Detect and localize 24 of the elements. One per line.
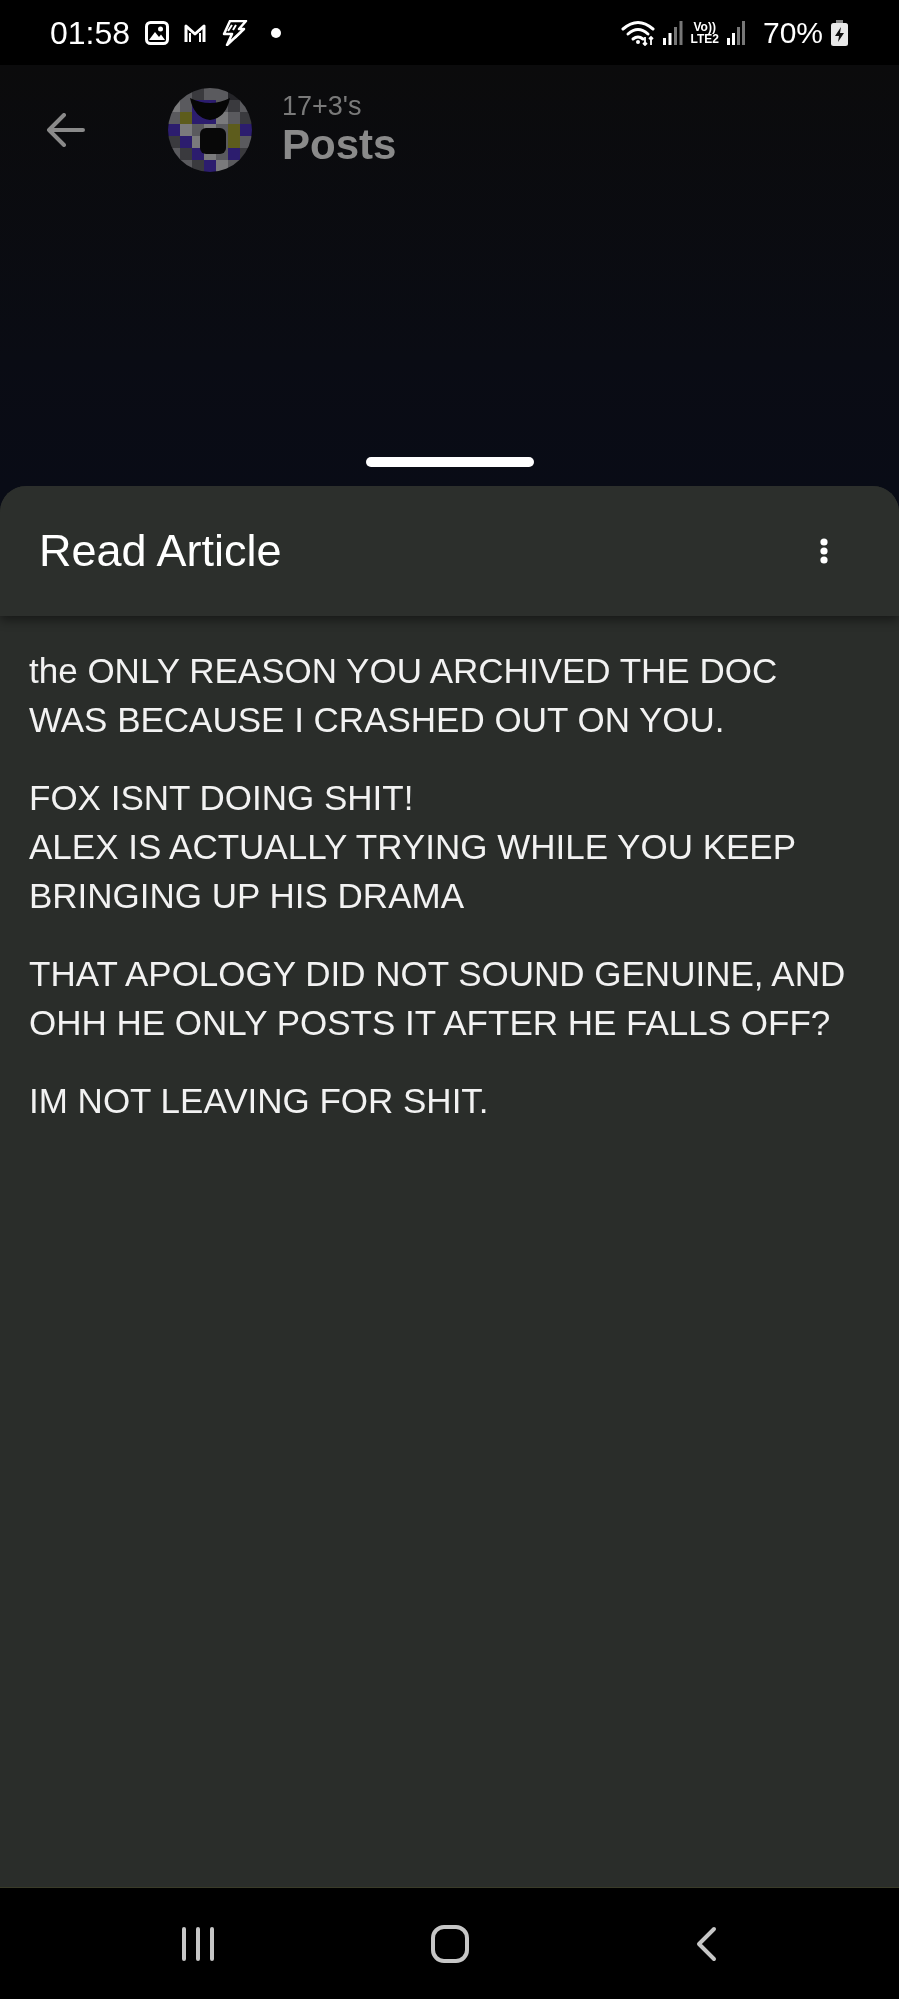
owner-label: 17+3's bbox=[282, 91, 362, 121]
back-arrow-icon[interactable] bbox=[45, 113, 85, 147]
back-icon[interactable] bbox=[694, 1925, 717, 1962]
article-paragraph: THAT APOLOGY DID NOT SOUND GENUINE, AND OHH HE ONLY POSTS IT AFTER HE FALLS OFF? bbox=[29, 953, 846, 1044]
mail-icon bbox=[184, 22, 207, 43]
recent-apps-icon[interactable] bbox=[180, 1925, 215, 1962]
network-label: LTE2 bbox=[690, 32, 719, 45]
signal-icon bbox=[662, 20, 683, 45]
drag-handle[interactable] bbox=[365, 457, 534, 467]
page-title: Posts bbox=[282, 121, 397, 169]
wifi-icon bbox=[620, 19, 655, 46]
home-icon[interactable] bbox=[430, 1924, 469, 1963]
sheet-title: Read Article bbox=[39, 525, 282, 577]
article-paragraph: the ONLY REASON YOU ARCHIVED THE DOC WAS BECAUSE I CRASHED OUT ON YOU. bbox=[29, 650, 778, 741]
dot-icon bbox=[271, 27, 282, 38]
signal-icon bbox=[726, 20, 745, 45]
bolt-icon bbox=[221, 19, 249, 46]
status-time: 01:58 bbox=[50, 14, 131, 51]
more-options-icon[interactable] bbox=[820, 538, 828, 564]
article-paragraph: FOX ISNT DOING SHIT! ALEX IS ACTUALLY TRYING WHILE YOU KEEP BRINGING UP HIS DRAMA bbox=[29, 777, 797, 917]
battery-percent: 70% bbox=[762, 15, 823, 50]
article-paragraph: IM NOT LEAVING FOR SHIT. bbox=[29, 1080, 489, 1122]
volte-label: Vo)) bbox=[693, 20, 716, 33]
gallery-icon bbox=[145, 20, 170, 45]
